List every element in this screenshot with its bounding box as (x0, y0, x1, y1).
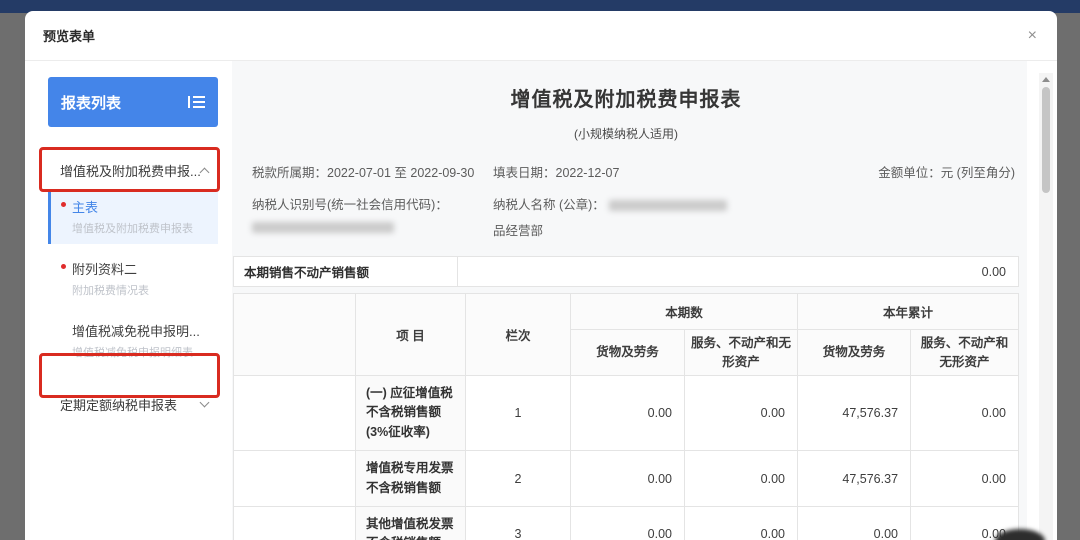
vat-declaration-table: 项 目 栏次 本期数 本年累计 货物及劳务 服务、不动产和无形资产 货物及劳务 … (233, 293, 1019, 540)
sidebar-item-vat-reduction[interactable]: 增值税减免税申报明... 增值税减免税申报明细表 (48, 314, 218, 368)
close-icon[interactable]: × (1028, 27, 1037, 44)
preview-form-modal: 预览表单 × 报表列表 增值税及附加税费申报... 主表 增值税及附加税费申报表… (25, 11, 1057, 540)
required-dot-icon (61, 264, 66, 269)
form-subtitle: (小规模纳税人适用) (574, 127, 678, 141)
chevron-down-icon (199, 397, 210, 408)
vertical-scrollbar[interactable] (1039, 73, 1053, 540)
taxpayer-name-label: 纳税人名称 (公章)： (493, 198, 605, 212)
sidebar-item-appendix-two[interactable]: 附列资料二 附加税费情况表 (48, 252, 218, 306)
modal-header: 预览表单 × (25, 11, 1057, 61)
header-services-current: 服务、不动产和无形资产 (683, 329, 799, 376)
header-year-total: 本年累计 (797, 293, 1019, 330)
tax-period: 税款所属期：2022-07-01 至 2022-09-30 (252, 166, 475, 180)
amount-unit: 金额单位：元 (列至角分) (878, 166, 1015, 180)
value-cell: 0.00 (683, 450, 799, 507)
taxpayer-name-line2: 品经营部 (493, 224, 544, 238)
value-cell: 47,576.37 (797, 374, 912, 452)
header-services-year: 服务、不动产和无形资产 (910, 329, 1019, 376)
row-label: (一) 应征增值税不含税销售额 (3%征收率) (355, 374, 466, 452)
report-list-icon (188, 95, 205, 109)
sidebar-item-subtitle: 增值税减免税申报明细表 (72, 347, 193, 359)
sidebar-item-title: 附列资料二 (72, 262, 138, 277)
sidebar-group-vat-declaration[interactable]: 增值税及附加税费申报... (48, 150, 218, 190)
sidebar-item-main-table[interactable]: 主表 增值税及附加税费申报表 (48, 190, 218, 244)
taxpayer-name-block: 纳税人名称 (公章)： 品经营部 (493, 194, 1015, 239)
header-goods-year: 货物及劳务 (797, 329, 912, 376)
value-cell: 0.00 (797, 505, 912, 540)
header-category-blank (233, 293, 356, 376)
real-estate-sales-value: 0.00 (457, 256, 1019, 287)
real-estate-sales-row: 本期销售不动产销售额 0.00 (233, 256, 1019, 287)
required-dot-icon (61, 202, 66, 207)
taxpayer-id-block: 纳税人识别号(统一社会信用代码)： (252, 194, 493, 239)
table-row: 增值税专用发票不含税销售额 2 0.00 0.00 47,576.37 0.00 (233, 450, 1019, 507)
modal-title: 预览表单 (43, 29, 96, 44)
report-list-header[interactable]: 报表列表 (48, 77, 218, 127)
value-cell: 0.00 (570, 374, 685, 452)
sidebar-item-title: 主表 (72, 200, 99, 215)
sidebar-item-title: 增值税减免税申报明... (72, 324, 200, 339)
table-row: (一) 应征增值税不含税销售额 (3%征收率) 1 0.00 0.00 47,5… (233, 374, 1019, 452)
fill-date: 填表日期：2022-12-07 (493, 166, 620, 180)
scrollbar-thumb[interactable] (1042, 87, 1050, 193)
row-label: 增值税专用发票不含税销售额 (355, 450, 466, 507)
real-estate-sales-label: 本期销售不动产销售额 (233, 256, 458, 287)
header-column-no: 栏次 (465, 293, 571, 376)
report-list-sidebar: 报表列表 增值税及附加税费申报... 主表 增值税及附加税费申报表 附列资料二 … (25, 61, 218, 540)
taxpayer-name-redacted (608, 200, 727, 212)
form-preview-panel: 增值税及附加税费申报表 (小规模纳税人适用) 税款所属期：2022-07-01 … (232, 61, 1027, 540)
sidebar-item-subtitle: 增值税及附加税费申报表 (72, 223, 193, 235)
modal-body: 报表列表 增值税及附加税费申报... 主表 增值税及附加税费申报表 附列资料二 … (25, 61, 1057, 540)
sidebar-group-fixed-quota[interactable]: 定期定额纳税申报表 (48, 384, 218, 424)
header-current-period: 本期数 (569, 293, 799, 330)
value-cell: 0.00 (570, 450, 685, 507)
report-list-label: 报表列表 (61, 94, 122, 112)
scroll-up-arrow-icon[interactable] (1042, 77, 1050, 82)
taxpayer-id-label: 纳税人识别号(统一社会信用代码)： (252, 198, 448, 212)
form-title: 增值税及附加税费申报表 (510, 89, 742, 111)
sidebar-item-subtitle: 附加税费情况表 (72, 285, 149, 297)
form-meta: 税款所属期：2022-07-01 至 2022-09-30 填表日期：2022-… (252, 162, 1015, 239)
table-row: 其他增值税发票不含税销售额 3 0.00 0.00 0.00 0.00 (233, 505, 1019, 540)
header-item: 项 目 (355, 293, 466, 376)
value-cell: 47,576.37 (797, 450, 912, 507)
value-cell: 0.00 (910, 450, 1019, 507)
category-cell (233, 505, 356, 540)
category-cell (233, 450, 356, 507)
chevron-up-icon (199, 167, 210, 177)
value-cell: 0.00 (683, 505, 799, 540)
row-no: 1 (465, 374, 571, 452)
row-no: 2 (465, 450, 571, 507)
value-cell: 0.00 (683, 374, 799, 452)
value-cell: 0.00 (910, 374, 1019, 452)
sidebar-group-label: 增值税及附加税费申报... (60, 163, 201, 179)
row-label: 其他增值税发票不含税销售额 (355, 505, 466, 540)
row-no: 3 (465, 505, 571, 540)
header-goods-current: 货物及劳务 (570, 329, 685, 376)
value-cell: 0.00 (570, 505, 685, 540)
sidebar-group-label: 定期定额纳税申报表 (60, 397, 178, 413)
category-cell (233, 374, 356, 452)
screen-backdrop: 预览表单 × 报表列表 增值税及附加税费申报... 主表 增值税及附加税费申报表… (0, 0, 1080, 540)
taxpayer-id-redacted (252, 222, 394, 233)
